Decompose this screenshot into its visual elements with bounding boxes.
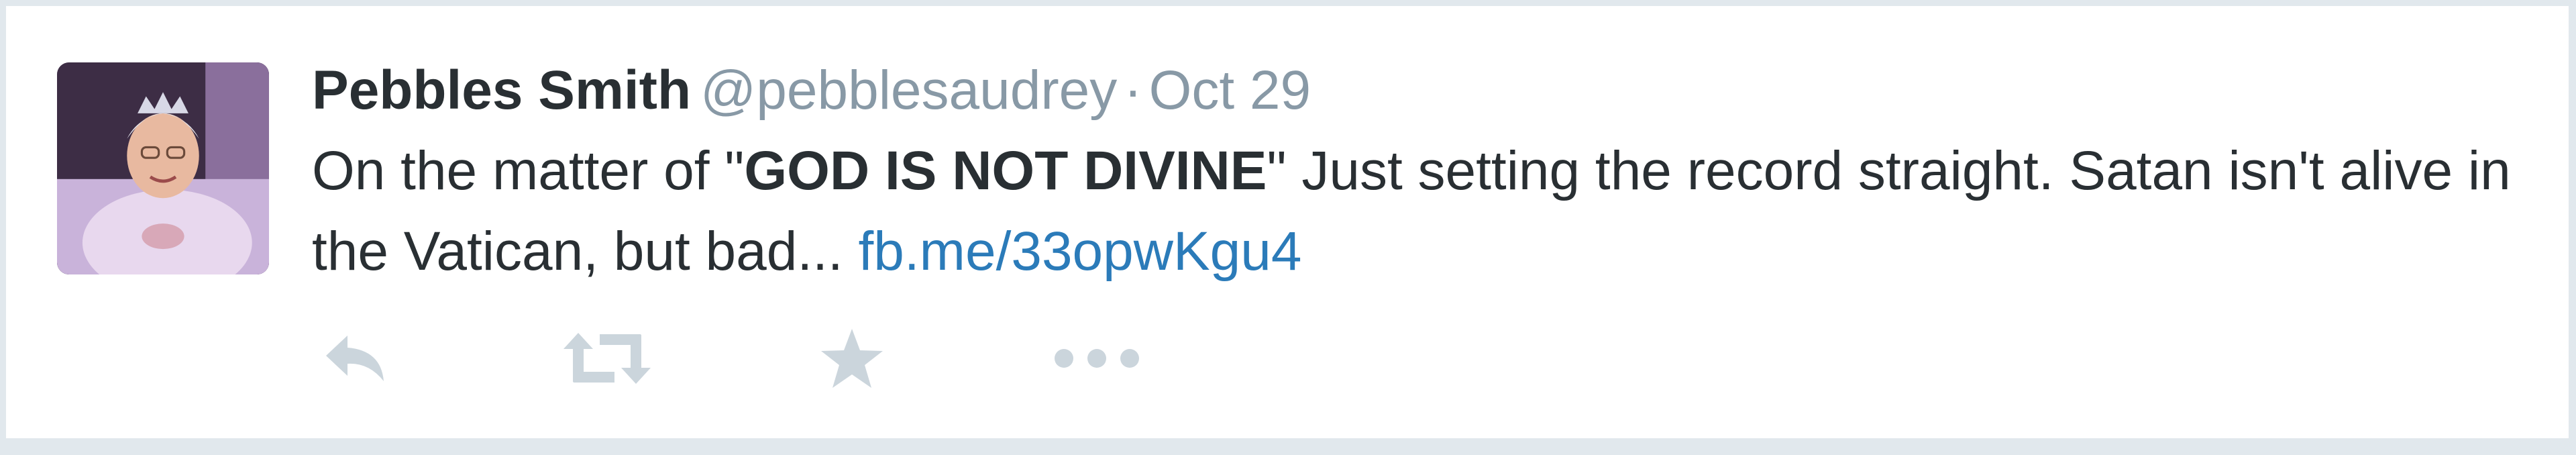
reply-icon (326, 336, 384, 381)
tweet-timestamp[interactable]: Oct 29 (1149, 60, 1311, 121)
reply-button[interactable] (319, 321, 392, 395)
ellipsis-icon (1055, 349, 1139, 368)
tweet-content: Pebbles Smith @pebblesaudrey · Oct 29 On th… (312, 50, 2515, 292)
more-button[interactable] (1050, 321, 1144, 395)
tweet-text: On the matter of "GOD IS NOT DIVINE" Jus… (312, 131, 2515, 292)
retweet-icon (564, 333, 651, 384)
tweet-header: Pebbles Smith @pebblesaudrey · Oct 29 (312, 50, 2515, 131)
tweet-card[interactable]: Pebbles Smith @pebblesaudrey · Oct 29 On th… (3, 3, 2571, 441)
author-username[interactable]: @pebblesaudrey (700, 60, 1117, 121)
avatar[interactable] (57, 62, 269, 274)
tweet-text-bold: GOD IS NOT DIVINE (744, 140, 1267, 201)
header-separator: · (1124, 60, 1142, 121)
retweet-button[interactable] (560, 321, 654, 395)
author-fullname[interactable]: Pebbles Smith (312, 60, 691, 121)
favorite-button[interactable] (815, 321, 889, 395)
avatar-image (57, 62, 269, 274)
tweet-actions (312, 321, 1184, 395)
star-icon (821, 329, 883, 388)
tweet-text-prefix: On the matter of " (312, 140, 745, 201)
tweet-link[interactable]: fb.me/33opwKgu4 (858, 221, 1301, 282)
